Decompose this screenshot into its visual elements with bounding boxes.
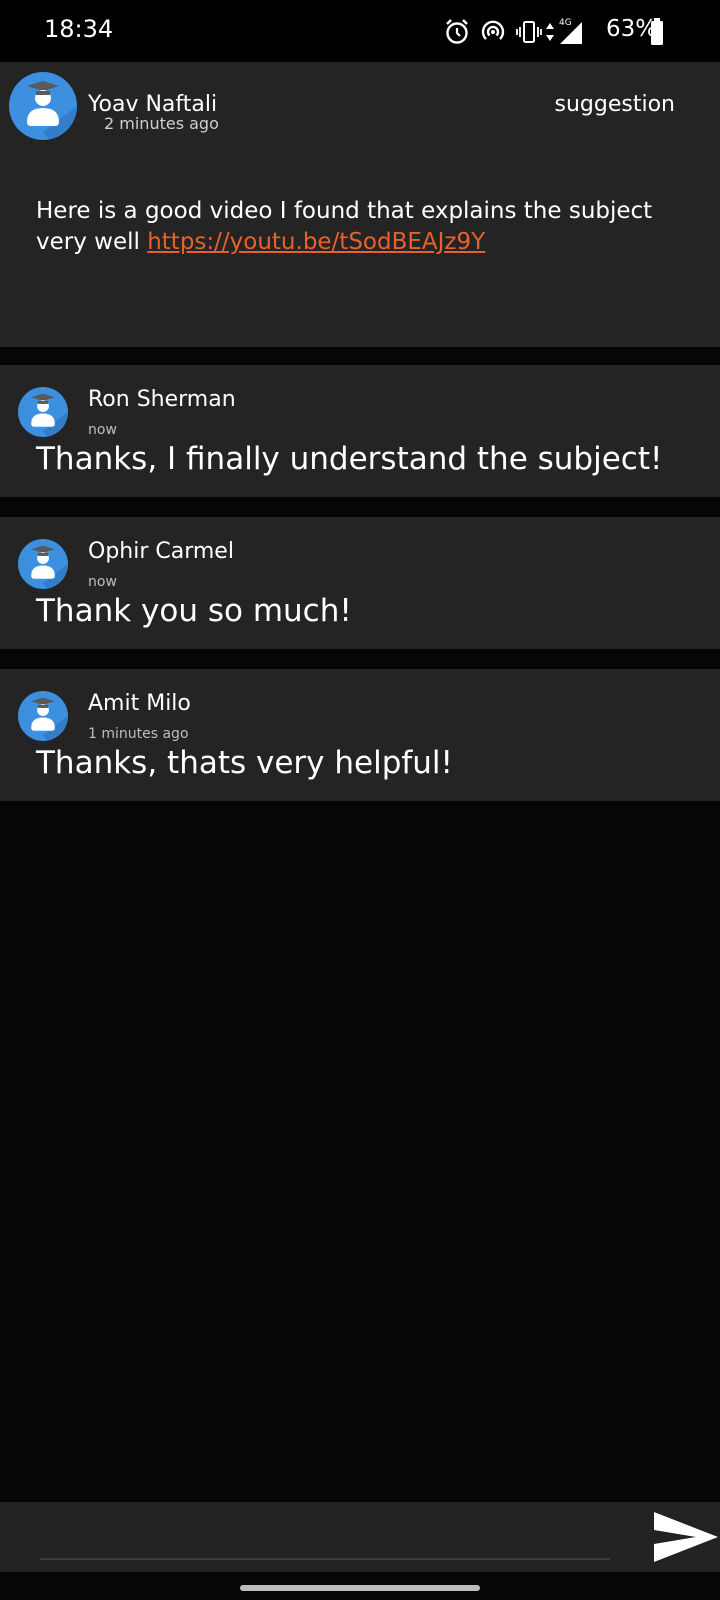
vibrate-icon bbox=[516, 21, 542, 43]
post-link[interactable]: https://youtu.be/tSodBEAJz9Y bbox=[147, 229, 485, 255]
status-time: 18:34 bbox=[44, 15, 114, 43]
data-arrows-icon bbox=[546, 23, 554, 41]
battery-icon bbox=[651, 18, 663, 45]
send-icon[interactable] bbox=[652, 1508, 720, 1566]
hotspot-icon bbox=[481, 20, 505, 40]
comment-input[interactable] bbox=[40, 1510, 610, 1560]
signal-icon: 4G bbox=[559, 18, 582, 44]
comment-text: Thanks, thats very helpful! bbox=[36, 745, 453, 781]
comment-time: now bbox=[88, 574, 117, 590]
post-body: Here is a good video I found that explai… bbox=[36, 196, 696, 258]
student-avatar-icon[interactable] bbox=[18, 387, 68, 437]
comment-author[interactable]: Ron Sherman bbox=[88, 387, 236, 412]
post-tag: suggestion bbox=[554, 92, 675, 117]
comment-author[interactable]: Ophir Carmel bbox=[88, 539, 234, 564]
status-bar: 18:34 4G 63% bbox=[0, 0, 720, 62]
alarm-icon bbox=[446, 19, 468, 44]
comment-text: Thank you so much! bbox=[36, 593, 352, 629]
comments-screen: 18:34 4G 63% Yoav Naftali 2 minutes ago … bbox=[0, 0, 720, 1600]
comment-item: Amit Milo 1 minutes ago Thanks, thats ve… bbox=[0, 669, 720, 801]
comment-author[interactable]: Amit Milo bbox=[88, 691, 191, 716]
comment-time: 1 minutes ago bbox=[88, 726, 189, 742]
student-avatar-icon[interactable] bbox=[18, 691, 68, 741]
gesture-nav-bar[interactable] bbox=[240, 1585, 480, 1591]
student-avatar-icon[interactable] bbox=[9, 72, 77, 140]
comment-text: Thanks, I finally understand the subject… bbox=[36, 441, 663, 477]
comment-item: Ron Sherman now Thanks, I finally unders… bbox=[0, 365, 720, 497]
comment-time: now bbox=[88, 422, 117, 438]
comment-input-bar bbox=[0, 1502, 720, 1572]
svg-text:4G: 4G bbox=[559, 18, 572, 28]
comment-item: Ophir Carmel now Thank you so much! bbox=[0, 517, 720, 649]
post-card: Yoav Naftali 2 minutes ago suggestion He… bbox=[0, 62, 720, 347]
status-icons: 4G 63% bbox=[444, 14, 684, 48]
post-time: 2 minutes ago bbox=[104, 114, 219, 133]
student-avatar-icon[interactable] bbox=[18, 539, 68, 589]
